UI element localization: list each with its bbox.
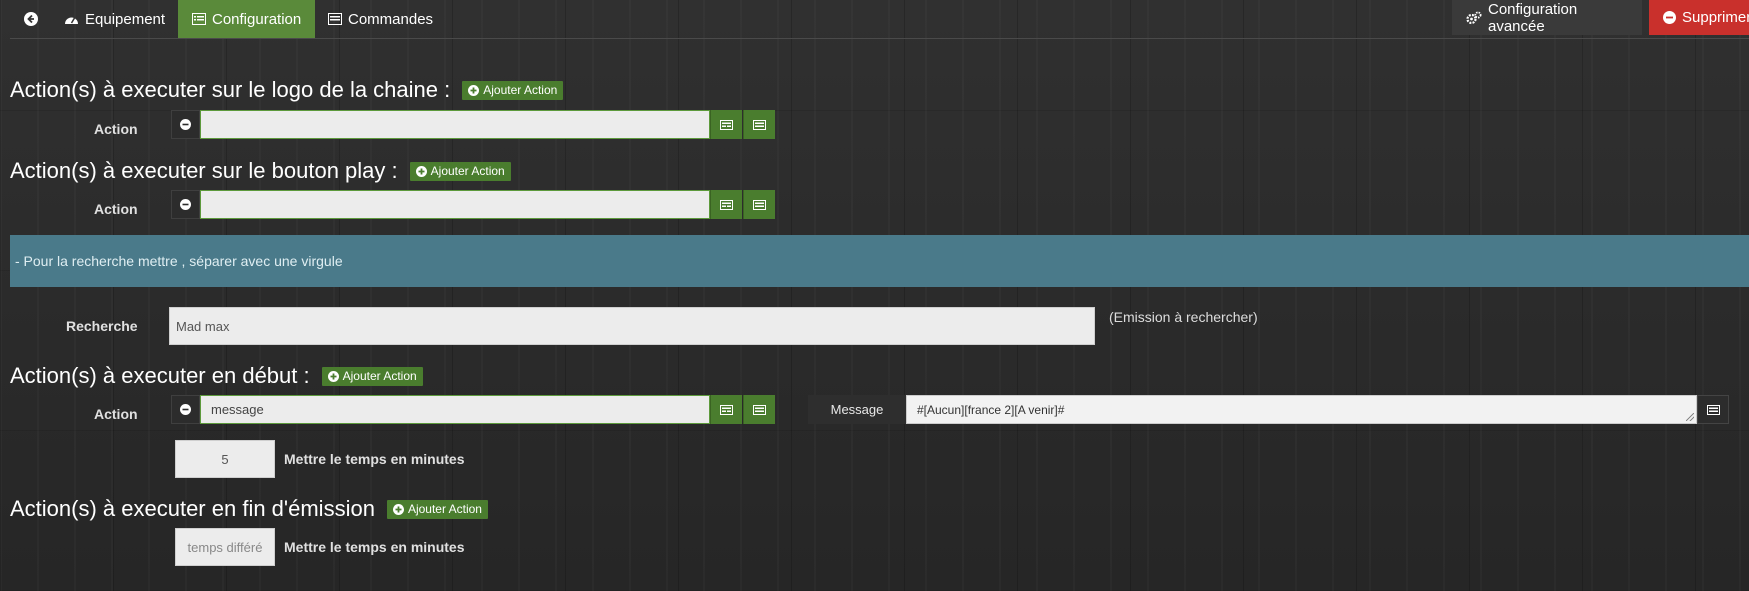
advanced-config-label: Configuration avancée: [1488, 0, 1578, 35]
advanced-config-button[interactable]: Configuration avancée: [1452, 0, 1642, 35]
add-action-logo-label: Ajouter Action: [483, 83, 558, 97]
action-logo-label: Action: [94, 121, 138, 137]
action-play-input[interactable]: [200, 190, 710, 219]
delete-label: Supprimer: [1682, 9, 1749, 26]
end-delay-input[interactable]: temps différé: [175, 528, 275, 566]
select-command-play-button[interactable]: [710, 190, 742, 219]
start-minutes-label: Mettre le temps en minutes: [284, 451, 465, 467]
arrow-circle-left-icon: [24, 12, 38, 26]
search-label: Recherche: [66, 318, 138, 334]
section-start-title: Action(s) à executer en début : Ajouter …: [10, 363, 423, 389]
plus-circle-icon: [327, 370, 339, 382]
message-textarea-value: #[Aucun][france 2][A venir]#: [917, 402, 1065, 417]
add-action-end-button[interactable]: Ajouter Action: [386, 499, 488, 519]
list-alt-icon: [720, 119, 733, 130]
list-alt-icon: [192, 13, 206, 25]
add-action-start-label: Ajouter Action: [342, 369, 417, 383]
cogs-icon: [1466, 11, 1482, 25]
message-textarea[interactable]: #[Aucun][france 2][A venir]#: [906, 395, 1697, 424]
add-action-end-label: Ajouter Action: [407, 502, 482, 516]
select-action-logo-button[interactable]: [743, 110, 775, 139]
add-action-play-label: Ajouter Action: [430, 164, 505, 178]
select-command-start-button[interactable]: [710, 395, 742, 424]
list-icon: [753, 119, 766, 130]
tab-equipement[interactable]: Equipement: [50, 0, 179, 38]
tab-configuration[interactable]: Configuration: [178, 0, 316, 38]
section-start-title-text: Action(s) à executer en début :: [10, 363, 310, 388]
plus-circle-icon: [468, 84, 480, 96]
section-logo-title: Action(s) à executer sur le logo de la c…: [10, 77, 564, 103]
section-end-title-text: Action(s) à executer en fin d'émission: [10, 496, 375, 521]
back-button[interactable]: [10, 0, 52, 38]
search-hint: (Emission à rechercher): [1109, 309, 1258, 325]
list-icon: [753, 199, 766, 210]
list-icon: [753, 404, 766, 415]
dashboard-icon: [64, 13, 79, 26]
list-alt-icon: [1706, 404, 1720, 415]
section-play-title: Action(s) à executer sur le bouton play …: [10, 158, 511, 184]
select-action-start-button[interactable]: [743, 395, 775, 424]
minus-circle-icon: [180, 199, 191, 210]
tab-equipement-label: Equipement: [85, 10, 166, 28]
add-action-logo-button[interactable]: Ajouter Action: [462, 80, 564, 100]
remove-action-start-button[interactable]: [171, 395, 200, 424]
section-play-title-text: Action(s) à executer sur le bouton play …: [10, 158, 398, 183]
plus-circle-icon: [415, 165, 427, 177]
section-logo-title-text: Action(s) à executer sur le logo de la c…: [10, 77, 451, 102]
start-minutes-input[interactable]: 5: [175, 440, 275, 478]
message-label: Message: [808, 395, 906, 424]
select-action-play-button[interactable]: [743, 190, 775, 219]
tab-commandes[interactable]: Commandes: [314, 0, 447, 38]
action-play-label: Action: [94, 201, 138, 217]
minus-circle-icon: [1663, 11, 1676, 24]
info-alert: - Pour la recherche mettre , séparer ave…: [10, 235, 1749, 287]
list-icon: [328, 13, 342, 25]
action-logo-input[interactable]: [200, 110, 710, 139]
action-start-input[interactable]: message: [200, 395, 710, 424]
search-input[interactable]: Mad max: [169, 307, 1095, 345]
nav-divider: [10, 38, 1749, 39]
resize-grip-icon[interactable]: [1686, 413, 1694, 421]
minus-circle-icon: [180, 404, 191, 415]
list-alt-icon: [720, 404, 733, 415]
select-command-logo-button[interactable]: [710, 110, 742, 139]
delete-button[interactable]: Supprimer: [1649, 0, 1749, 35]
add-action-start-button[interactable]: Ajouter Action: [321, 366, 423, 386]
plus-circle-icon: [392, 503, 404, 515]
tab-commandes-label: Commandes: [348, 10, 434, 28]
tab-configuration-label: Configuration: [212, 10, 302, 28]
add-action-play-button[interactable]: Ajouter Action: [409, 161, 511, 181]
remove-action-logo-button[interactable]: [171, 110, 200, 139]
end-minutes-label: Mettre le temps en minutes: [284, 539, 465, 555]
info-alert-text: - Pour la recherche mettre , séparer ave…: [15, 253, 343, 269]
section-end-title: Action(s) à executer en fin d'émission A…: [10, 496, 488, 522]
action-start-label: Action: [94, 406, 138, 422]
remove-action-play-button[interactable]: [171, 190, 200, 219]
message-options-button[interactable]: [1697, 395, 1729, 424]
minus-circle-icon: [180, 119, 191, 130]
list-alt-icon: [720, 199, 733, 210]
